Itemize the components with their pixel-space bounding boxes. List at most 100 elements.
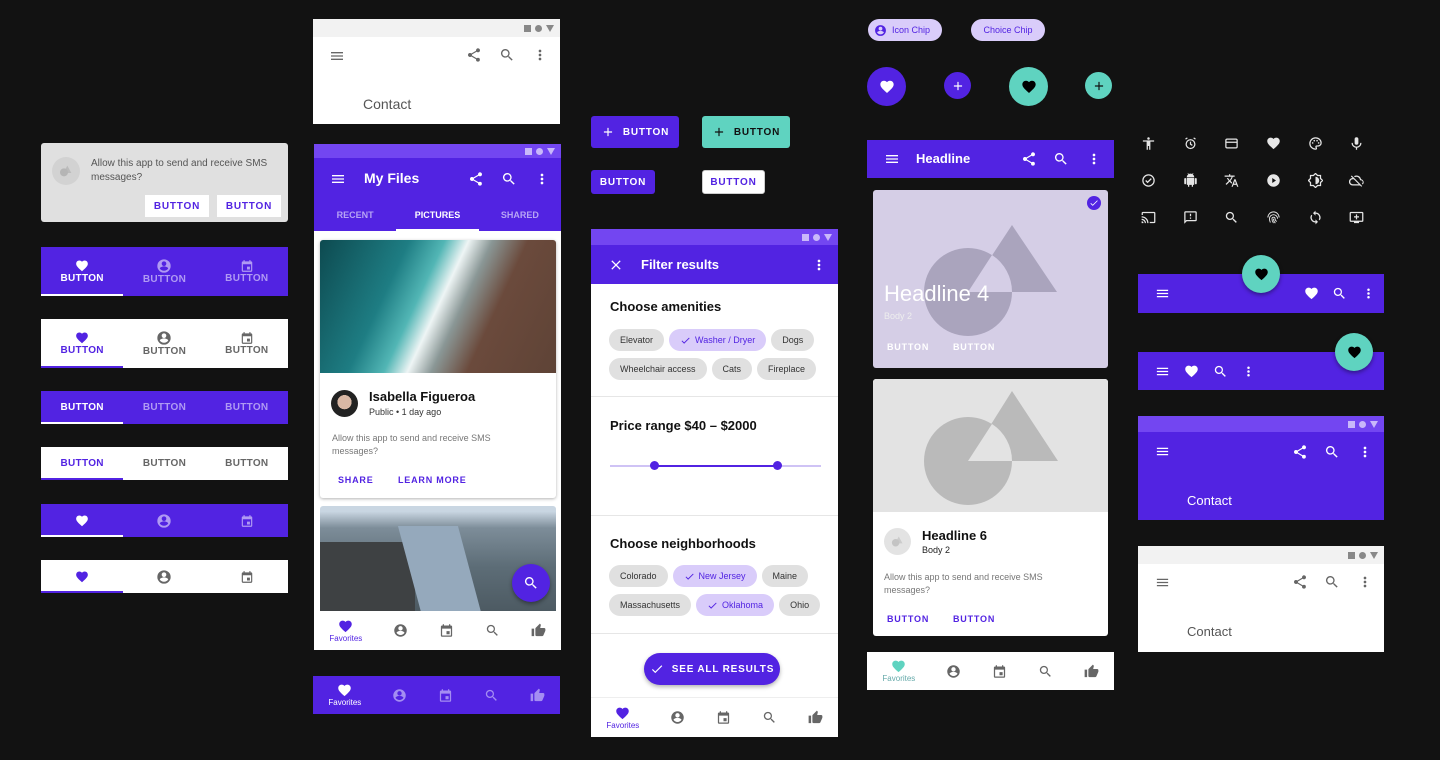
nav-calendar[interactable] <box>439 623 454 638</box>
nav-search[interactable] <box>1038 664 1053 679</box>
amenity-chip[interactable]: Dogs <box>771 329 815 351</box>
tab-2[interactable] <box>123 504 205 537</box>
tab-1[interactable] <box>41 504 124 537</box>
nav-calendar[interactable] <box>716 710 731 725</box>
tab-3[interactable]: BUTTON <box>206 447 288 480</box>
amenity-chip[interactable]: Elevator <box>609 329 665 351</box>
tab-1[interactable]: BUTTON <box>41 391 124 424</box>
neighborhood-chip[interactable]: Oklahoma <box>696 594 775 616</box>
menu-icon[interactable] <box>1155 286 1170 301</box>
banner-button-1[interactable]: BUTTON <box>145 195 209 217</box>
nav-account[interactable] <box>946 664 961 679</box>
tab-shared[interactable]: SHARED <box>479 210 561 231</box>
share-icon[interactable] <box>468 171 484 187</box>
menu-icon[interactable] <box>329 48 345 64</box>
card-button-1[interactable]: BUTTON <box>887 614 929 624</box>
price-slider[interactable] <box>610 461 821 470</box>
close-icon[interactable] <box>608 257 624 273</box>
share-icon[interactable] <box>1292 444 1308 460</box>
menu-icon[interactable] <box>1155 364 1170 379</box>
tab-2[interactable]: BUTTON <box>123 391 205 424</box>
more-vert-icon[interactable] <box>1357 444 1373 460</box>
card-button-1[interactable]: BUTTON <box>887 342 929 352</box>
see-all-results-button[interactable]: SEE ALL RESULTS <box>644 653 780 685</box>
nav-favorites[interactable]: Favorites <box>328 683 361 707</box>
amenity-chip[interactable]: Washer / Dryer <box>669 329 767 351</box>
tab-pictures[interactable]: PICTURES <box>396 210 479 231</box>
card-button-2[interactable]: BUTTON <box>953 342 995 352</box>
tab-1[interactable] <box>41 560 124 593</box>
search-icon[interactable] <box>501 171 517 187</box>
card-button-2[interactable]: BUTTON <box>953 614 995 624</box>
nav-calendar[interactable] <box>992 664 1007 679</box>
tab-3[interactable]: BUTTON <box>206 247 288 296</box>
icon-chip[interactable]: Icon Chip <box>868 19 943 41</box>
neighborhood-chip[interactable]: Maine <box>761 565 809 587</box>
tab-recent[interactable]: RECENT <box>314 210 396 231</box>
amenity-chip[interactable]: Fireplace <box>757 358 817 380</box>
nav-like[interactable] <box>530 688 545 703</box>
share-icon[interactable] <box>466 47 482 63</box>
search-icon[interactable] <box>1053 151 1069 167</box>
neighborhood-chip[interactable]: New Jersey <box>672 565 757 587</box>
menu-icon[interactable] <box>330 171 346 187</box>
mini-fab-plus-purple[interactable] <box>944 72 971 99</box>
share-button[interactable]: SHARE <box>338 475 374 485</box>
heart-icon[interactable] <box>1184 364 1199 379</box>
more-vert-icon[interactable] <box>532 47 548 63</box>
nav-search[interactable] <box>485 623 500 638</box>
contained-icon-button[interactable]: BUTTON <box>591 116 679 148</box>
neighborhood-chip[interactable]: Massachusetts <box>609 594 692 616</box>
tab-1[interactable]: BUTTON <box>41 247 124 296</box>
tab-2[interactable] <box>123 560 205 593</box>
outlined-button[interactable]: BUTTON <box>702 170 765 194</box>
neighborhood-chip[interactable]: Colorado <box>609 565 668 587</box>
selected-card[interactable]: Headline 4 Body 2 BUTTON BUTTON <box>873 190 1108 368</box>
nav-like[interactable] <box>1084 664 1099 679</box>
search-icon[interactable] <box>1324 574 1340 590</box>
search-icon[interactable] <box>1324 444 1340 460</box>
tab-3[interactable] <box>206 560 288 593</box>
nav-like[interactable] <box>808 710 823 725</box>
fab-heart-centered[interactable] <box>1242 255 1280 293</box>
more-vert-icon[interactable] <box>534 171 550 187</box>
more-vert-icon[interactable] <box>811 257 827 273</box>
nav-favorites[interactable]: Favorites <box>882 659 915 683</box>
more-vert-icon[interactable] <box>1241 364 1256 379</box>
contained-button[interactable]: BUTTON <box>591 170 655 194</box>
nav-favorites[interactable]: Favorites <box>606 706 639 730</box>
share-icon[interactable] <box>1292 574 1308 590</box>
tab-1[interactable]: BUTTON <box>41 319 124 368</box>
mini-fab-plus-teal[interactable] <box>1085 72 1112 99</box>
nav-search[interactable] <box>484 688 499 703</box>
nav-calendar[interactable] <box>438 688 453 703</box>
heart-icon[interactable] <box>1304 286 1319 301</box>
menu-icon[interactable] <box>1155 575 1170 590</box>
tab-3[interactable]: BUTTON <box>206 319 288 368</box>
tab-2[interactable]: BUTTON <box>123 247 205 296</box>
tab-2[interactable]: BUTTON <box>123 447 205 480</box>
more-vert-icon[interactable] <box>1357 574 1373 590</box>
banner-button-2[interactable]: BUTTON <box>217 195 281 217</box>
search-icon[interactable] <box>1332 286 1347 301</box>
amenity-chip[interactable]: Cats <box>711 358 753 380</box>
learn-more-button[interactable]: LEARN MORE <box>398 475 467 485</box>
choice-chip[interactable]: Choice Chip <box>971 19 1045 41</box>
more-vert-icon[interactable] <box>1361 286 1376 301</box>
nav-like[interactable] <box>531 623 546 638</box>
tab-3[interactable] <box>206 504 288 537</box>
tab-2[interactable]: BUTTON <box>123 319 205 368</box>
slider-thumb-high[interactable] <box>772 461 782 470</box>
slider-thumb-low[interactable] <box>650 461 660 470</box>
tab-1[interactable]: BUTTON <box>41 447 124 480</box>
secondary-icon-button[interactable]: BUTTON <box>702 116 790 148</box>
nav-search[interactable] <box>762 710 777 725</box>
share-icon[interactable] <box>1021 151 1037 167</box>
search-fab[interactable] <box>512 564 550 602</box>
menu-icon[interactable] <box>884 151 900 167</box>
nav-account[interactable] <box>670 710 685 725</box>
nav-account[interactable] <box>392 688 407 703</box>
tab-3[interactable]: BUTTON <box>206 391 288 424</box>
search-icon[interactable] <box>499 47 515 63</box>
more-vert-icon[interactable] <box>1086 151 1102 167</box>
